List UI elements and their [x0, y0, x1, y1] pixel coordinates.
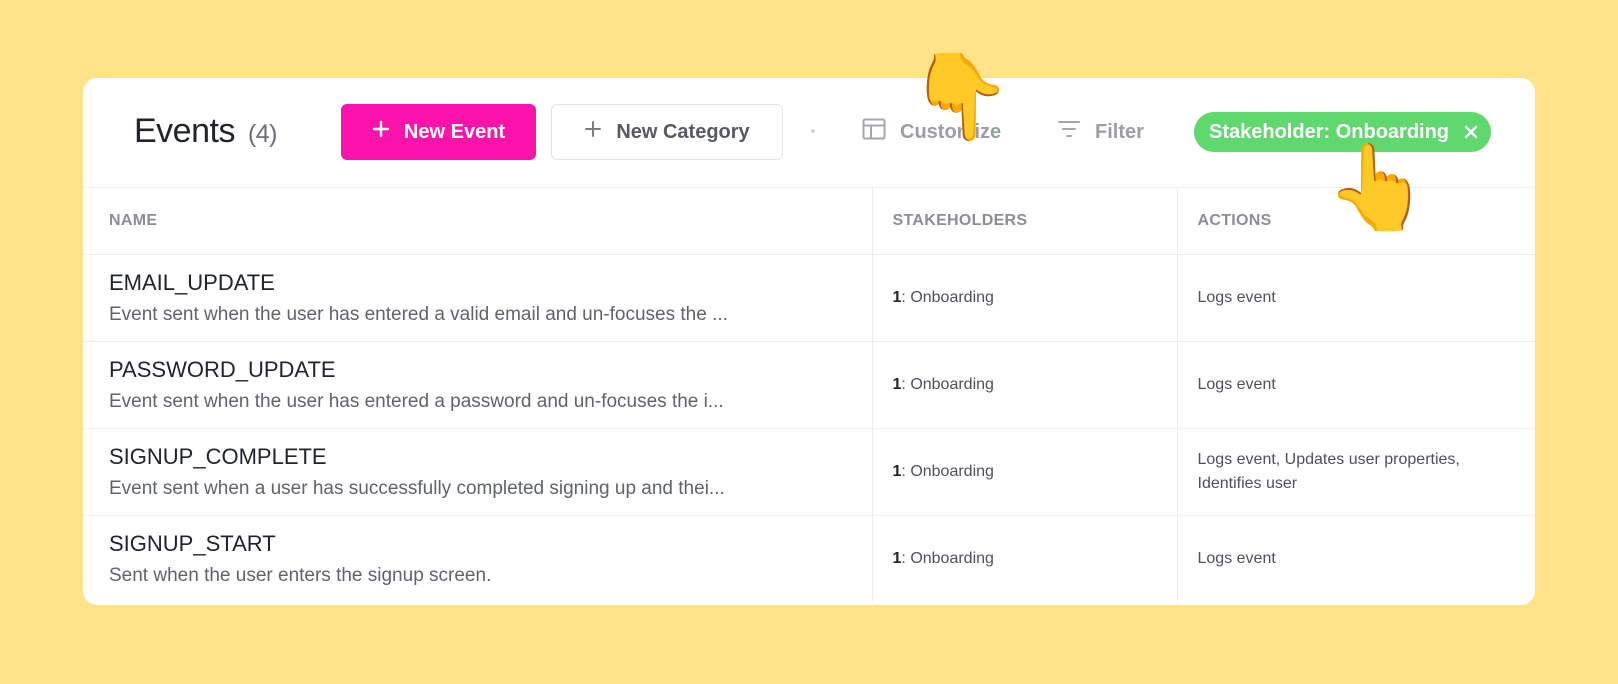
stakeholder-tag: 1: Onboarding: [893, 463, 994, 480]
stakeholder-name: Onboarding: [910, 376, 994, 393]
table-header-row: NAME STAKEHOLDERS ACTIONS: [83, 187, 1535, 255]
stakeholder-separator: :: [901, 463, 906, 480]
stakeholder-separator: :: [901, 376, 906, 393]
event-count: (4): [247, 120, 278, 148]
actions-cell: Logs event, Updates user properties, Ide…: [1176, 428, 1535, 516]
plus-icon: [372, 120, 390, 144]
event-description: Sent when the user enters the signup scr…: [109, 565, 492, 586]
active-filter-chip[interactable]: Stakeholder: Onboarding: [1194, 112, 1492, 152]
event-description: Event sent when the user has entered a v…: [109, 304, 728, 325]
stakeholder-tag: 1: Onboarding: [893, 376, 994, 393]
event-actions: Logs event: [1197, 289, 1276, 306]
events-card: Events (4) New Event New Category Custom…: [83, 78, 1535, 605]
stakeholder-name: Onboarding: [910, 463, 994, 480]
actions-cell: Logs event: [1176, 341, 1535, 429]
actions-cell: Logs event: [1176, 254, 1535, 342]
plus-icon: [584, 120, 602, 144]
event-actions: Logs event: [1197, 550, 1276, 567]
table-columns-icon: [862, 118, 886, 146]
customize-button[interactable]: Customize: [862, 112, 1001, 152]
table-row[interactable]: EMAIL_UPDATE Event sent when the user ha…: [83, 254, 1535, 342]
column-header-actions[interactable]: ACTIONS: [1176, 187, 1535, 255]
event-name-cell: EMAIL_UPDATE Event sent when the user ha…: [83, 254, 872, 342]
customize-label: Customize: [900, 120, 1002, 143]
stakeholder-name: Onboarding: [910, 289, 994, 306]
table-row[interactable]: SIGNUP_START Sent when the user enters t…: [83, 515, 1535, 602]
table-row[interactable]: SIGNUP_COMPLETE Event sent when a user h…: [83, 428, 1535, 516]
page-title-text: Events: [134, 112, 235, 150]
page-title: Events (4): [134, 112, 277, 151]
actions-cell: Logs event: [1176, 515, 1535, 602]
new-category-button[interactable]: New Category: [551, 104, 783, 160]
filter-button[interactable]: Filter: [1057, 112, 1144, 152]
column-header-stakeholders[interactable]: STAKEHOLDERS: [871, 187, 1177, 255]
stakeholders-cell: 1: Onboarding: [871, 515, 1177, 602]
event-name-cell: PASSWORD_UPDATE Event sent when the user…: [83, 341, 872, 429]
toolbar-divider: [811, 129, 815, 133]
event-description: Event sent when the user has entered a p…: [109, 391, 724, 412]
stakeholders-cell: 1: Onboarding: [871, 254, 1177, 342]
stakeholder-tag: 1: Onboarding: [893, 289, 994, 306]
event-name: PASSWORD_UPDATE: [109, 357, 336, 382]
stakeholder-tag: 1: Onboarding: [893, 550, 994, 567]
event-name: EMAIL_UPDATE: [109, 270, 275, 295]
event-name: SIGNUP_START: [109, 531, 276, 556]
event-name: SIGNUP_COMPLETE: [109, 444, 327, 469]
new-event-label: New Event: [403, 120, 506, 143]
event-name-cell: SIGNUP_START Sent when the user enters t…: [83, 515, 872, 602]
stakeholder-separator: :: [901, 289, 906, 306]
new-event-button[interactable]: New Event: [341, 104, 536, 160]
column-header-name[interactable]: NAME: [83, 187, 872, 255]
event-actions: Logs event: [1197, 376, 1276, 393]
stakeholder-name: Onboarding: [910, 550, 994, 567]
stakeholders-cell: 1: Onboarding: [871, 341, 1177, 429]
event-name-cell: SIGNUP_COMPLETE Event sent when a user h…: [83, 428, 872, 516]
stakeholders-cell: 1: Onboarding: [871, 428, 1177, 516]
stakeholder-separator: :: [901, 550, 906, 567]
event-actions: Logs event, Updates user properties, Ide…: [1197, 451, 1460, 492]
close-icon[interactable]: [1463, 124, 1479, 140]
filter-lines-icon: [1057, 119, 1081, 145]
toolbar: Events (4) New Event New Category Custom…: [83, 78, 1535, 188]
filter-label: Filter: [1095, 120, 1144, 143]
active-filter-label: Stakeholder: Onboarding: [1209, 120, 1450, 143]
events-table: NAME STAKEHOLDERS ACTIONS EMAIL_UPDATE E…: [83, 187, 1535, 602]
new-category-label: New Category: [616, 120, 750, 143]
event-description: Event sent when a user has successfully …: [109, 478, 725, 499]
table-row[interactable]: PASSWORD_UPDATE Event sent when the user…: [83, 341, 1535, 429]
